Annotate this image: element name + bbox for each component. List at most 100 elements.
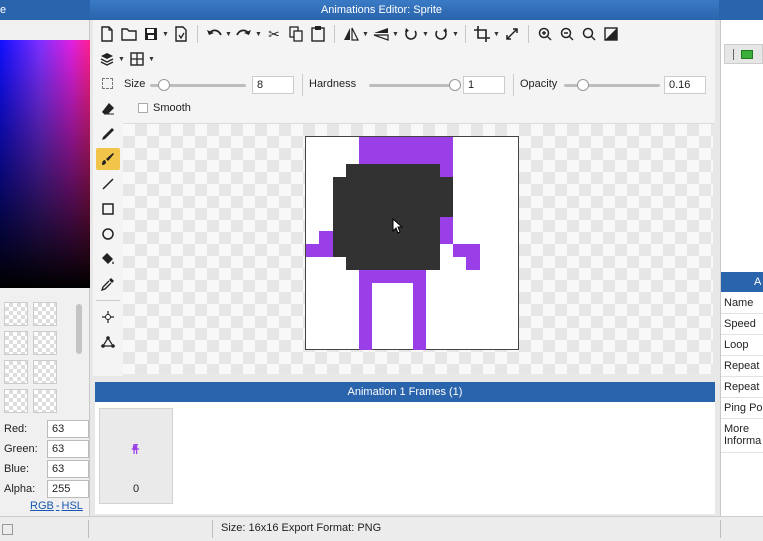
rgb-link[interactable]: RGB <box>30 500 54 512</box>
alpha-input[interactable]: 255 <box>47 480 89 498</box>
paste-icon[interactable] <box>307 24 329 44</box>
main-toolbar: ▼ ▼ ▼ ✂ ▼ ▼ ▼ ▼ ▼ ▼ ▼ <box>93 20 715 72</box>
save-icon[interactable] <box>140 24 162 44</box>
flip-v-dropdown-icon[interactable]: ▼ <box>392 31 400 38</box>
property-row[interactable]: Repeat <box>721 377 763 398</box>
flip-horizontal-icon[interactable] <box>340 24 362 44</box>
undo-icon[interactable] <box>203 24 225 44</box>
blue-label: Blue: <box>4 463 30 475</box>
toolbar-separator <box>528 25 529 43</box>
layers-dropdown-icon[interactable]: ▼ <box>118 56 126 63</box>
swatch-scrollbar[interactable] <box>76 304 82 354</box>
red-row: Red: 63 <box>4 420 90 438</box>
node-icon[interactable] <box>96 331 120 353</box>
swatch[interactable] <box>33 360 57 384</box>
rotate-right-dropdown-icon[interactable]: ▼ <box>452 31 460 38</box>
save-dropdown-icon[interactable]: ▼ <box>162 31 170 38</box>
grid-dropdown-icon[interactable]: ▼ <box>148 56 156 63</box>
rotate-left-icon[interactable] <box>400 24 422 44</box>
opacity-label: Opacity <box>520 78 558 90</box>
pencil-icon[interactable] <box>96 123 120 145</box>
opacity-option: Opacity 0.16 <box>520 76 710 94</box>
blue-input[interactable]: 63 <box>47 460 89 478</box>
swatch[interactable] <box>33 389 57 413</box>
fill-bucket-icon[interactable] <box>96 248 120 270</box>
ellipse-icon[interactable] <box>96 223 120 245</box>
color-picker-field[interactable] <box>0 40 90 288</box>
sprite-pixels <box>359 137 453 164</box>
zoom-in-icon[interactable] <box>534 24 556 44</box>
rotate-right-icon[interactable] <box>430 24 452 44</box>
swatch[interactable] <box>4 331 28 355</box>
rectangle-icon[interactable] <box>96 198 120 220</box>
size-slider-knob[interactable] <box>158 79 171 91</box>
cut-icon[interactable]: ✂ <box>263 24 285 44</box>
sprite-canvas[interactable] <box>305 136 519 350</box>
crop-dropdown-icon[interactable]: ▼ <box>493 31 501 38</box>
swatch[interactable] <box>4 302 28 326</box>
line-icon[interactable] <box>96 173 120 195</box>
swatch[interactable] <box>33 302 57 326</box>
hardness-slider-knob[interactable] <box>449 79 461 91</box>
property-row[interactable]: Repeat ( <box>721 356 763 377</box>
size-input[interactable]: 8 <box>252 76 294 94</box>
alpha-label: Alpha: <box>4 483 36 495</box>
flip-vertical-icon[interactable] <box>370 24 392 44</box>
opacity-input[interactable]: 0.16 <box>664 76 706 94</box>
hardness-option: Hardness 1 <box>309 76 505 94</box>
hsl-link[interactable]: HSL <box>62 500 83 512</box>
hardness-slider[interactable] <box>369 79 461 91</box>
selection-icon[interactable] <box>102 78 113 89</box>
swatch[interactable] <box>33 331 57 355</box>
opacity-slider-knob[interactable] <box>577 79 590 91</box>
animation-list-item[interactable] <box>724 44 763 64</box>
redo-dropdown-icon[interactable]: ▼ <box>255 31 263 38</box>
move-point-icon[interactable] <box>96 306 120 328</box>
size-label: Size <box>124 78 146 90</box>
zoom-fit-icon[interactable] <box>578 24 600 44</box>
size-slider[interactable] <box>150 79 246 91</box>
redo-icon[interactable] <box>233 24 255 44</box>
smooth-label: Smooth <box>153 102 191 114</box>
tool-options-bar: Size 8 Hardness 1 Opacity 0.16 Smooth <box>93 72 715 124</box>
new-file-icon[interactable] <box>96 24 118 44</box>
toolbar-row-2: ▼ ▼ <box>96 47 156 71</box>
crop-icon[interactable] <box>471 24 493 44</box>
alpha-row: Alpha: 255 <box>4 480 90 498</box>
hardness-label: Hardness <box>309 78 357 90</box>
zoom-out-icon[interactable] <box>556 24 578 44</box>
green-input[interactable]: 63 <box>47 440 89 458</box>
property-row[interactable]: Name <box>721 293 763 314</box>
brush-icon[interactable] <box>96 148 120 170</box>
property-row[interactable]: More Informa <box>721 419 763 453</box>
open-folder-icon[interactable] <box>118 24 140 44</box>
status-divider <box>88 520 89 538</box>
frame-thumbnail[interactable]: 0 <box>99 408 173 504</box>
drag-handle-icon[interactable] <box>733 49 737 60</box>
swatch[interactable] <box>4 360 28 384</box>
property-row[interactable]: Speed <box>721 314 763 335</box>
eyedropper-icon[interactable] <box>96 273 120 295</box>
toolbar-row-1: ▼ ▼ ▼ ✂ ▼ ▼ ▼ ▼ ▼ <box>96 22 622 46</box>
grid-icon[interactable] <box>126 49 148 69</box>
rotate-left-dropdown-icon[interactable]: ▼ <box>422 31 430 38</box>
status-divider <box>212 520 213 538</box>
undo-dropdown-icon[interactable]: ▼ <box>225 31 233 38</box>
export-icon[interactable] <box>170 24 192 44</box>
invert-icon[interactable] <box>600 24 622 44</box>
layers-icon[interactable] <box>96 49 118 69</box>
property-row[interactable]: Ping Po <box>721 398 763 419</box>
opacity-slider[interactable] <box>564 79 660 91</box>
smooth-checkbox[interactable] <box>138 103 148 113</box>
property-row[interactable]: Loop <box>721 335 763 356</box>
flip-h-dropdown-icon[interactable]: ▼ <box>362 31 370 38</box>
toolbar-separator <box>334 25 335 43</box>
resize-icon[interactable] <box>501 24 523 44</box>
size-option: Size 8 <box>124 76 294 94</box>
eraser-icon[interactable] <box>96 98 120 120</box>
hardness-input[interactable]: 1 <box>463 76 505 94</box>
toolbar-separator <box>197 25 198 43</box>
swatch[interactable] <box>4 389 28 413</box>
red-input[interactable]: 63 <box>47 420 89 438</box>
copy-icon[interactable] <box>285 24 307 44</box>
